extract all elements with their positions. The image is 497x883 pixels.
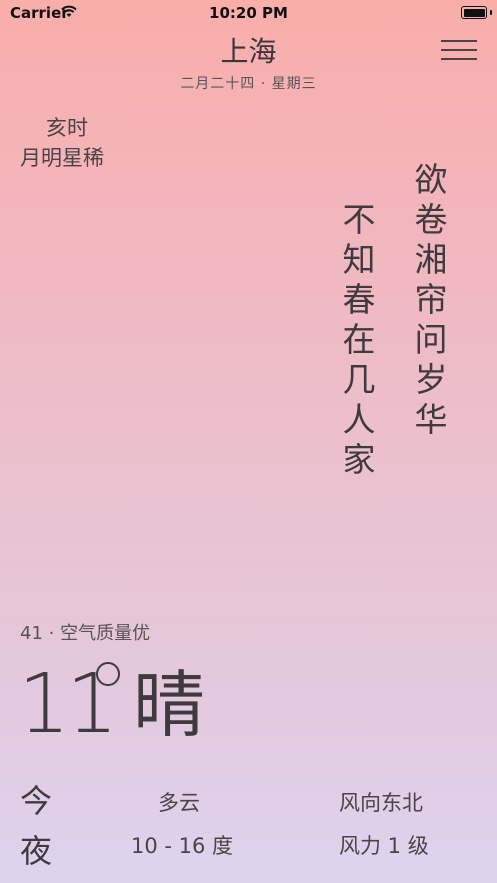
hamburger-menu-icon[interactable] <box>441 38 477 62</box>
poem-line-1: 欲卷湘帘问岁华 <box>414 160 448 439</box>
hour-phrase: 月明星稀 <box>20 146 104 170</box>
chinese-hour: 亥时 <box>46 116 88 140</box>
wind-level: 风力 1 级 <box>339 834 429 858</box>
tonight-condition: 多云 <box>158 791 200 815</box>
battery-cap <box>490 10 492 15</box>
wind-direction: 风向东北 <box>339 791 423 815</box>
current-condition: 晴 <box>133 663 206 747</box>
tonight-label-top: 今 <box>20 782 53 820</box>
city-title: 上海 <box>220 35 277 68</box>
battery-icon <box>461 6 487 19</box>
air-quality: 41 · 空气质量优 <box>20 623 151 644</box>
tonight-temp-range: 10 - 16 度 <box>131 834 234 858</box>
lunar-date: 二月二十四 · 星期三 <box>180 76 317 92</box>
poem-line-2: 不知春在几人家 <box>342 200 376 479</box>
status-bar: Carrier 10:20 PM <box>0 0 497 26</box>
status-time: 10:20 PM <box>209 4 288 22</box>
tonight-label-bottom: 夜 <box>20 832 53 870</box>
degree-icon <box>96 662 120 686</box>
